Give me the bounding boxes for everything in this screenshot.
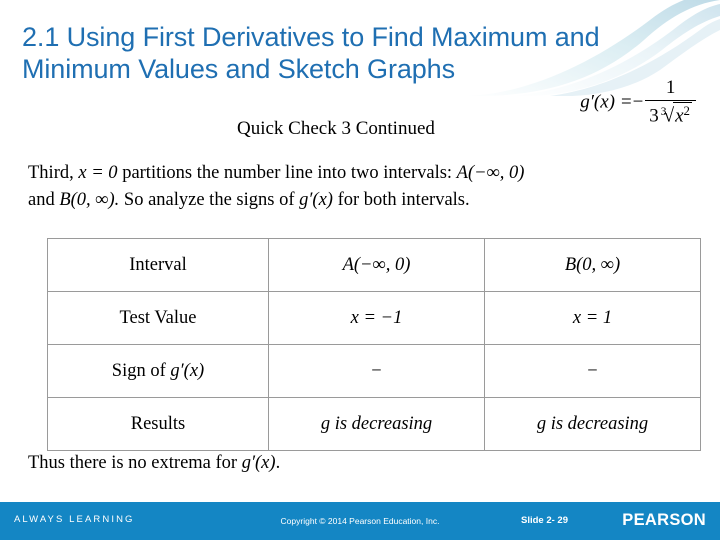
cell-test-value-b: x = 1 xyxy=(484,291,701,345)
cell-sign-a: − xyxy=(268,344,485,398)
cell-sign-b: − xyxy=(484,344,701,398)
pearson-logo: PEARSON xyxy=(622,511,706,529)
formula-numerator: 1 xyxy=(645,77,696,101)
body-line1-equation: x = 0 xyxy=(78,163,118,183)
slide-canvas: 2.1 Using First Derivatives to Find Maxi… xyxy=(0,0,720,540)
body-line2-b: So analyze the signs of xyxy=(123,189,295,210)
body-derivative-expr: g′(x) xyxy=(299,189,333,210)
body-line2-c: for both intervals. xyxy=(337,189,470,210)
slide-number: Slide 2- 29 xyxy=(521,515,568,526)
formula-sign: − xyxy=(632,91,644,113)
copyright-text: Copyright © 2014 Pearson Education, Inc. xyxy=(280,516,440,526)
cell-results-b: g is decreasing xyxy=(484,397,701,451)
derivative-formula: g′(x) =− 1 3 3√x2 xyxy=(580,77,698,128)
table-row: Sign of g′(x) − − xyxy=(47,344,701,398)
row-label-results: Results xyxy=(47,397,269,451)
row-label-interval: Interval xyxy=(47,238,269,292)
table-row: Results g is decreasing g is decreasing xyxy=(47,397,701,451)
sign-analysis-table: Interval A(−∞, 0) B(0, ∞) Test Value x =… xyxy=(47,238,701,451)
body-paragraph: Third, x = 0 partitions the number line … xyxy=(28,160,698,214)
formula-lhs: g′(x) = xyxy=(580,91,633,113)
closing-statement: Thus there is no extrema for g′(x). xyxy=(28,453,280,474)
closing-text-a: Thus there is no extrema for xyxy=(28,453,238,473)
row-label-sign-expr: g′(x) xyxy=(170,360,205,381)
formula-denominator-coefficient: 3 xyxy=(649,105,659,127)
body-line2-a: and xyxy=(28,189,55,210)
table-row: Interval A(−∞, 0) B(0, ∞) xyxy=(47,238,701,292)
formula-fraction: 1 3 3√x2 xyxy=(645,77,696,128)
row-label-test-value: Test Value xyxy=(47,291,269,345)
slide-subtitle: Quick Check 3 Continued xyxy=(237,118,435,139)
formula-denominator: 3 3√x2 xyxy=(645,101,696,128)
page-title: 2.1 Using First Derivatives to Find Maxi… xyxy=(22,22,600,84)
radicand-exponent: 2 xyxy=(683,102,690,118)
cube-root-icon: 3√x2 xyxy=(660,101,692,127)
body-line1-a: Third, xyxy=(28,163,74,183)
table-row: Test Value x = −1 x = 1 xyxy=(47,291,701,345)
cell-test-value-a: x = −1 xyxy=(268,291,485,345)
body-line1-b: partitions the number line into two inte… xyxy=(122,163,453,183)
cell-interval-b: B(0, ∞) xyxy=(484,238,701,292)
closing-expression: g′(x) xyxy=(241,453,276,473)
radicand: x xyxy=(675,105,684,127)
row-label-sign-text: Sign of xyxy=(111,360,166,381)
body-interval-b: B(0, ∞). xyxy=(59,189,120,210)
body-interval-a: A(−∞, 0) xyxy=(456,163,525,183)
row-label-sign-of: Sign of g′(x) xyxy=(47,344,269,398)
closing-text-b: . xyxy=(275,453,281,473)
cell-interval-a: A(−∞, 0) xyxy=(268,238,485,292)
slide-footer: ALWAYS LEARNING Copyright © 2014 Pearson… xyxy=(0,502,720,540)
cell-results-a: g is decreasing xyxy=(268,397,485,451)
